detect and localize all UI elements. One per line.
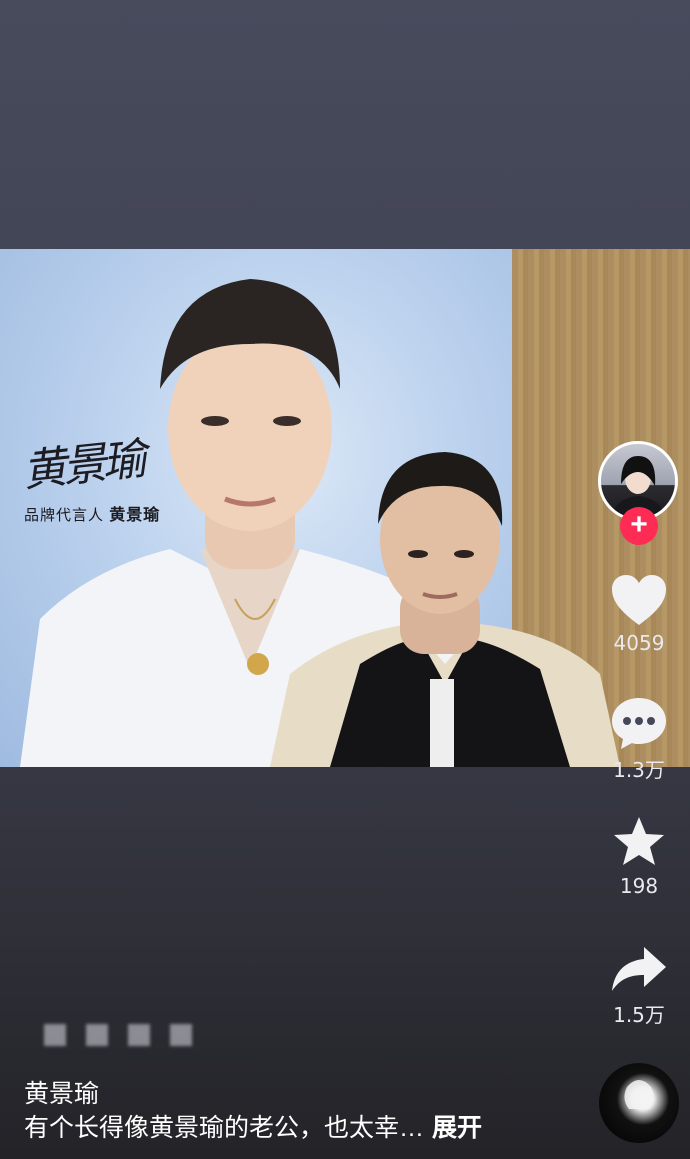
favorite-button[interactable]: 198 [599,814,679,898]
author-handle-blurred[interactable] [24,1018,214,1050]
expand-link[interactable]: 展开 [432,1114,482,1142]
like-button[interactable]: 4059 [599,573,679,655]
spokesperson-name: 黄景瑜 [109,507,161,524]
heart-icon [612,575,666,625]
share-count: 1.5万 [613,1003,665,1027]
share-arrow-icon [612,947,666,991]
post-title: 黄景瑜 [24,1080,100,1108]
comment-count: 1.3万 [613,758,665,782]
like-count: 4059 [613,631,665,655]
comment-bubble-icon [612,698,666,749]
music-cover-art [624,1080,654,1109]
man-portrait [270,452,620,767]
music-disc-icon[interactable] [599,1063,679,1143]
spokesperson-text: 品牌代言人 黄景瑜 [24,501,160,525]
comment-button[interactable]: 1.3万 [599,696,679,783]
signature: 黄景瑜 [20,433,145,498]
share-button[interactable]: 1.5万 [599,943,679,1028]
spokesperson-label: 品牌代言人 [24,507,105,524]
star-icon [614,817,664,865]
caption-text: 有个长得像黄景瑜的老公，也太幸… [24,1114,425,1142]
video-frame[interactable]: 黄景瑜 品牌代言人 黄景瑜 [0,249,690,767]
plus-icon: + [630,508,648,541]
favorite-count: 198 [619,874,659,898]
follow-button[interactable]: + [620,507,658,545]
post-caption: 有个长得像黄景瑜的老公，也太幸… 展开 [24,1108,524,1144]
